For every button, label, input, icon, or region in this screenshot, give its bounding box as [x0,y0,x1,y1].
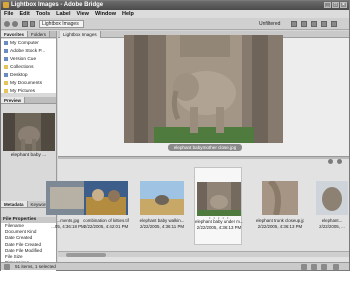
favorites-list: My Computer Adobe Stock P... Version Cue… [1,39,56,95]
rotate-right-icon[interactable] [311,21,317,27]
maximize-button[interactable]: □ [332,2,339,8]
folder-icon [4,81,8,85]
bridge-app-icon [3,2,9,8]
status-text: 51 items, 1 selected [15,264,56,269]
toggle-panels-icon[interactable] [4,264,10,270]
view-filmstrip-icon[interactable] [301,264,307,270]
menu-view[interactable]: View [77,11,89,17]
computer-icon [4,41,8,45]
tab-folders[interactable]: Folders [28,31,51,37]
menu-help[interactable]: Help [122,11,134,17]
version-cue-icon [4,57,8,61]
filmstrip-scrollbar[interactable] [58,251,349,257]
tab-lightbox-images[interactable]: Lightbox Images [60,31,101,38]
thumbnail-image [197,182,241,216]
favorite-my-computer[interactable]: My Computer [1,39,56,47]
title-bar[interactable]: Lightbox Images - Adobe Bridge _ □ × [1,1,349,10]
tab-favorites[interactable]: Favorites [1,31,29,37]
thumbnail-image [140,181,184,215]
thumbnail-image [84,181,128,215]
menu-bar: File Edit Tools Label View Window Help [1,10,349,18]
thumbnail-image [316,181,348,215]
previous-icon[interactable] [328,159,333,164]
window-title: Lightbox Images - Adobe Bridge [11,2,104,8]
menu-window[interactable]: Window [95,11,116,17]
bridge-window: Lightbox Images - Adobe Bridge _ □ × Fil… [0,0,350,290]
menu-label[interactable]: Label [56,11,70,17]
favorite-my-pictures[interactable]: My Pictures [1,87,56,95]
folder-icon [4,89,8,93]
toolbar: Lightbox Images Unfiltered [1,18,349,30]
thumbnail[interactable]: elephant baby walkin... 2/22/2005, 4:36:… [138,167,186,245]
thumbnail[interactable]: elephant trunk closeup.jpg 2/22/2005, 4:… [256,167,304,245]
rotate-left-icon[interactable] [301,21,307,27]
menu-file[interactable]: File [4,11,13,17]
collections-icon [4,65,8,69]
tab-metadata[interactable]: Metadata [1,201,28,207]
open-recent-icon[interactable] [321,21,327,27]
favorite-version-cue[interactable]: Version Cue [1,55,56,63]
close-button[interactable]: × [340,2,347,8]
preview-image-caption: elephant babymother close.jpg [168,144,242,151]
minimize-button[interactable]: _ [324,2,331,8]
view-thumbnails-icon[interactable] [321,264,327,270]
new-folder-icon[interactable] [291,21,297,27]
content-preview-area: Lightbox Images elephant babymother clos… [58,31,349,156]
tab-preview[interactable]: Preview [1,97,26,103]
status-bar: 51 items, 1 selected [1,262,349,270]
zoom-slider-icon[interactable] [333,264,339,270]
history-icon[interactable] [30,21,35,27]
thumbnail-image [262,181,298,215]
thumbnail[interactable]: elephant... 2/22/2005, ... [314,167,350,245]
favorite-collections[interactable]: Collections [1,63,56,71]
view-details-icon[interactable] [311,264,317,270]
folder-up-icon[interactable] [22,21,28,27]
favorite-my-documents[interactable]: My Documents [1,79,56,87]
delete-icon[interactable] [331,21,337,27]
preview-caption: elephant baby ... [10,153,47,158]
desktop-icon [4,73,8,77]
favorites-tabs: Favorites Folders [1,31,56,38]
menu-edit[interactable]: Edit [19,11,29,17]
favorite-adobe-stock[interactable]: Adobe Stock P... [1,47,56,55]
filmstrip: ...ments.jpg ...05, 4:36:18 PM combinati… [46,159,350,262]
preview-image [3,113,55,151]
thumbnail-selected[interactable]: • • • • • elephant baby under m... 2/22/… [194,167,243,245]
stock-photos-icon [4,49,8,53]
back-icon[interactable] [4,21,10,27]
next-icon[interactable] [337,159,342,164]
main-preview-image[interactable] [124,35,283,143]
filter-dropdown[interactable]: Unfiltered [259,21,280,27]
scrollbar-thumb[interactable] [66,253,106,257]
thumbnail[interactable]: combination of kitties.tif 2/22/2005, 4:… [82,167,130,245]
forward-icon[interactable] [12,21,18,27]
path-field[interactable]: Lightbox Images [39,20,84,28]
favorite-desktop[interactable]: Desktop [1,71,56,79]
menu-tools[interactable]: Tools [36,11,50,17]
